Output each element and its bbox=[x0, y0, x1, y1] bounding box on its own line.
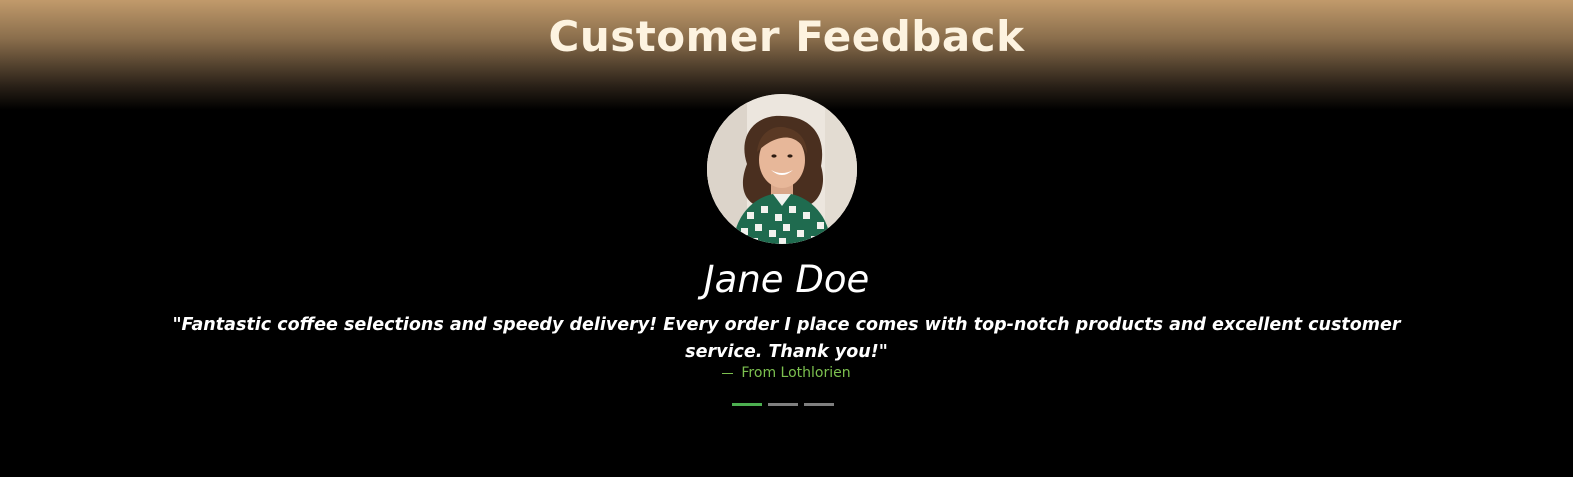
testimonial-quote: "Fantastic coffee selections and speedy … bbox=[172, 315, 1401, 362]
section-title: Customer Feedback bbox=[548, 12, 1025, 61]
dash-icon bbox=[722, 372, 734, 374]
testimonial-source-text: From Lothlorien bbox=[741, 365, 851, 381]
customer-portrait-image bbox=[707, 94, 857, 244]
testimonial-source: From Lothlorien bbox=[0, 365, 1573, 381]
carousel-indicators bbox=[732, 403, 834, 406]
carousel-indicator-2[interactable] bbox=[768, 403, 798, 406]
carousel-indicator-1[interactable] bbox=[732, 403, 762, 406]
carousel-indicator-3[interactable] bbox=[804, 403, 834, 406]
customer-avatar bbox=[707, 94, 857, 244]
customer-name: Jane Doe bbox=[703, 258, 870, 301]
